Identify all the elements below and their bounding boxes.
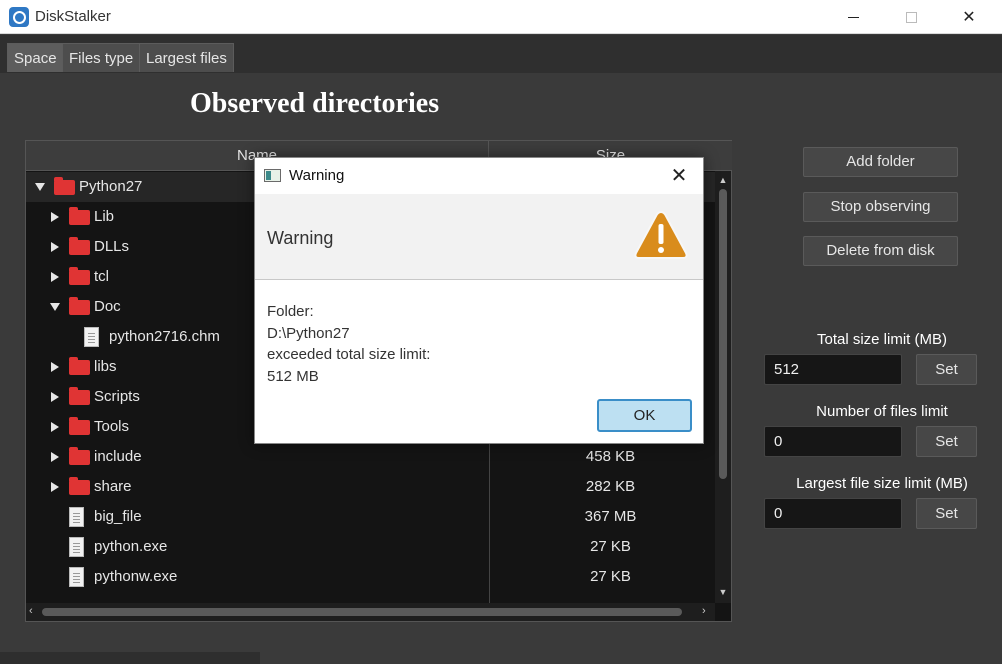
folder-icon — [69, 267, 90, 285]
tree-item-label: python.exe — [94, 538, 168, 555]
expand-arrow-right-icon[interactable] — [51, 362, 59, 372]
warning-dialog: Warning ✕ Warning Folder: D:\Python27 ex… — [254, 157, 704, 444]
vertical-scroll-thumb[interactable] — [719, 189, 727, 479]
close-window-button[interactable]: ✕ — [946, 0, 992, 34]
tree-row-file[interactable]: big_file 367 MB — [26, 502, 715, 532]
total-size-limit-label: Total size limit (MB) — [816, 331, 947, 348]
app-window: DiskStalker ✕ Space Files type Largest f… — [0, 0, 1002, 664]
tree-row-folder[interactable]: share 282 KB — [26, 472, 715, 502]
total-size-set-button[interactable]: Set — [916, 354, 977, 385]
dialog-message: Folder: D:\Python27 exceeded total size … — [267, 301, 687, 387]
folder-icon — [54, 177, 75, 195]
dialog-header: Warning — [255, 194, 703, 280]
tree-item-size: 27 KB — [590, 568, 631, 585]
tree-item-label: pythonw.exe — [94, 568, 178, 585]
expand-arrow-down-icon[interactable] — [35, 183, 45, 191]
horizontal-scroll-thumb[interactable] — [42, 608, 682, 616]
tree-item-label: tcl — [94, 268, 109, 285]
title-bar: DiskStalker ✕ — [0, 0, 1002, 34]
expand-arrow-right-icon[interactable] — [51, 272, 59, 282]
tree-item-label: Tools — [94, 418, 130, 435]
dialog-close-button[interactable]: ✕ — [665, 163, 693, 189]
files-count-limit-label: Number of files limit — [816, 403, 948, 420]
dialog-header-text: Warning — [267, 228, 334, 248]
tab-files-type[interactable]: Files type — [62, 43, 141, 72]
expand-arrow-right-icon[interactable] — [51, 392, 59, 402]
expand-arrow-right-icon[interactable] — [51, 482, 59, 492]
tree-row-file[interactable]: python.exe 27 KB — [26, 532, 715, 562]
tree-item-label: DLLs — [94, 238, 130, 255]
stop-observing-button[interactable]: Stop observing — [803, 192, 958, 222]
tree-item-label: include — [94, 448, 142, 465]
dialog-window-icon — [264, 169, 281, 182]
vertical-scrollbar[interactable]: ▲ ▼ — [715, 171, 731, 603]
tree-item-label: Doc — [94, 298, 121, 315]
close-icon: ✕ — [962, 9, 976, 26]
dialog-title-bar: Warning ✕ — [255, 158, 703, 194]
tree-item-label: Python27 — [79, 178, 143, 195]
folder-icon — [69, 207, 90, 225]
expand-arrow-right-icon[interactable] — [51, 422, 59, 432]
largest-file-set-button[interactable]: Set — [916, 498, 977, 529]
warning-triangle-icon — [634, 210, 688, 259]
expand-arrow-down-icon[interactable] — [50, 303, 60, 311]
folder-icon — [69, 447, 90, 465]
folder-icon — [69, 297, 90, 315]
tree-item-label: Lib — [94, 208, 115, 225]
files-count-limit-input[interactable]: 0 — [764, 426, 902, 457]
dialog-title: Warning — [289, 167, 345, 184]
folder-icon — [69, 237, 90, 255]
window-title: DiskStalker — [35, 8, 111, 25]
scroll-left-icon[interactable]: ‹ — [29, 605, 33, 617]
tab-space[interactable]: Space — [7, 43, 64, 72]
ok-button[interactable]: OK — [597, 399, 692, 432]
expand-arrow-right-icon[interactable] — [51, 452, 59, 462]
total-size-limit-input[interactable]: 512 — [764, 354, 902, 385]
folder-icon — [69, 357, 90, 375]
tree-item-label: libs — [94, 358, 117, 375]
scroll-right-icon[interactable]: › — [702, 605, 706, 617]
tree-item-size: 27 KB — [590, 538, 631, 555]
minimize-button[interactable] — [830, 0, 876, 34]
tab-largest-files[interactable]: Largest files — [139, 43, 234, 72]
scroll-down-icon[interactable]: ▼ — [718, 587, 728, 597]
tree-item-label: big_file — [94, 508, 142, 525]
tree-row-file[interactable]: pythonw.exe 27 KB — [26, 562, 715, 592]
dialog-message-line: exceeded total size limit: — [267, 346, 431, 363]
expand-arrow-right-icon[interactable] — [51, 212, 59, 222]
expand-arrow-right-icon[interactable] — [51, 242, 59, 252]
tree-item-size: 458 KB — [585, 448, 636, 465]
file-icon — [69, 507, 84, 527]
tree-item-label: Scripts — [94, 388, 140, 405]
file-icon — [69, 537, 84, 557]
page-title: Observed directories — [190, 88, 440, 119]
tree-item-size: 367 MB — [584, 508, 637, 525]
dialog-message-line: D:\Python27 — [267, 324, 350, 342]
folder-icon — [69, 417, 90, 435]
tree-row-folder[interactable]: include 458 KB — [26, 442, 715, 472]
largest-file-limit-input[interactable]: 0 — [764, 498, 902, 529]
horizontal-scrollbar[interactable]: ‹ › — [26, 603, 715, 621]
file-icon — [69, 567, 84, 587]
folder-icon — [69, 387, 90, 405]
add-folder-button[interactable]: Add folder — [803, 147, 958, 177]
files-count-set-button[interactable]: Set — [916, 426, 977, 457]
dialog-message-line: Folder: — [267, 303, 314, 320]
maximize-button[interactable] — [888, 0, 934, 34]
file-icon — [84, 327, 99, 347]
status-strip — [0, 652, 260, 664]
tree-item-size: 282 KB — [585, 478, 636, 495]
delete-from-disk-button[interactable]: Delete from disk — [803, 236, 958, 266]
app-logo-icon — [9, 7, 29, 27]
tree-item-label: share — [94, 478, 132, 495]
maximize-icon — [905, 11, 917, 23]
largest-file-limit-label: Largest file size limit (MB) — [796, 475, 968, 492]
close-icon: ✕ — [670, 165, 688, 187]
minimize-icon — [847, 16, 859, 18]
folder-icon — [69, 477, 90, 495]
dialog-message-line: 512 MB — [267, 367, 319, 385]
tree-item-label: python2716.chm — [109, 328, 220, 345]
tab-bar: Space Files type Largest files — [0, 35, 1002, 73]
scroll-up-icon[interactable]: ▲ — [718, 175, 728, 185]
